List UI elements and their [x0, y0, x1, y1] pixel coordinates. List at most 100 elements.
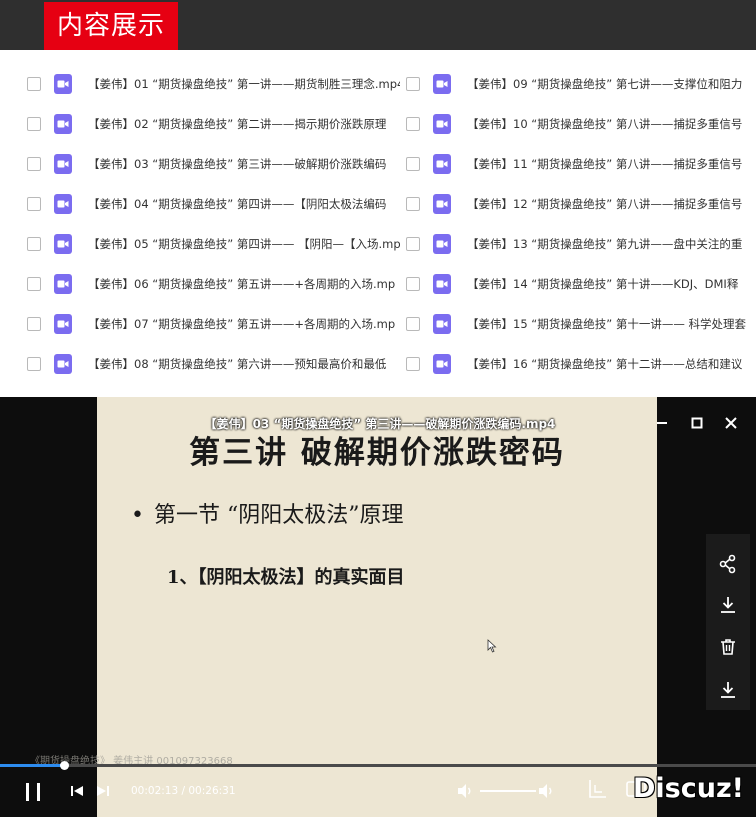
file-name: 【姜伟】03 “期货操盘绝技” 第三讲——破解期价涨跌编码 — [88, 157, 387, 171]
file-name: 【姜伟】10 “期货操盘绝技” 第八讲——捕捉多重信号 — [467, 117, 743, 131]
maximize-button[interactable] — [687, 413, 707, 433]
file-name: 【姜伟】14 “期货操盘绝技” 第十讲——KDJ、DMI释 — [467, 277, 739, 291]
previous-icon — [71, 786, 83, 796]
file-name: 【姜伟】02 “期货操盘绝技” 第二讲——揭示期价涨跌原理 — [88, 117, 387, 131]
file-checkbox[interactable] — [406, 357, 420, 371]
file-checkbox[interactable] — [27, 117, 41, 131]
file-row[interactable]: 【姜伟】07 “期货操盘绝技” 第五讲——+各周期的入场.mp — [27, 304, 400, 344]
screenshot-button[interactable] — [586, 777, 610, 805]
next-icon — [97, 786, 109, 796]
file-row[interactable]: 【姜伟】04 “期货操盘绝技” 第四讲——【阴阳太极法编码 — [27, 184, 400, 224]
file-name: 【姜伟】08 “期货操盘绝技” 第六讲——预知最高价和最低 — [88, 357, 387, 371]
pause-button[interactable] — [22, 781, 44, 807]
video-file-icon — [54, 74, 72, 94]
file-row[interactable]: 【姜伟】14 “期货操盘绝技” 第十讲——KDJ、DMI释 — [406, 264, 756, 304]
file-checkbox[interactable] — [406, 277, 420, 291]
file-name: 【姜伟】06 “期货操盘绝技” 第五讲——+各周期的入场.mp — [88, 277, 396, 291]
video-file-icon — [433, 154, 451, 174]
previous-button[interactable] — [69, 783, 85, 803]
video-file-icon — [54, 114, 72, 134]
minimize-icon — [657, 422, 667, 424]
download-icon — [721, 597, 735, 613]
file-name: 【姜伟】12 “期货操盘绝技” 第八讲——捕捉多重信号 — [467, 197, 743, 211]
slide-title: 第三讲 破解期价涨跌密码 — [189, 435, 565, 471]
volume-max-icon — [539, 784, 552, 798]
file-row[interactable]: 【姜伟】16 “期货操盘绝技” 第十二讲——总结和建议 — [406, 344, 756, 384]
file-checkbox[interactable] — [406, 237, 420, 251]
maximize-icon — [691, 417, 703, 429]
volume-icon — [458, 784, 471, 798]
file-name: 【姜伟】01 “期货操盘绝技” 第一讲——期货制胜三理念.mp4 — [88, 77, 400, 91]
file-list: 【姜伟】01 “期货操盘绝技” 第一讲——期货制胜三理念.mp4 【姜伟】02 “… — [0, 64, 756, 384]
video-file-icon — [54, 314, 72, 334]
file-checkbox[interactable] — [406, 117, 420, 131]
file-row[interactable]: 【姜伟】12 “期货操盘绝技” 第八讲——捕捉多重信号 — [406, 184, 756, 224]
file-checkbox[interactable] — [27, 357, 41, 371]
side-toolbar — [706, 534, 750, 710]
file-row[interactable]: 【姜伟】10 “期货操盘绝技” 第八讲——捕捉多重信号 — [406, 104, 756, 144]
file-row[interactable]: 【姜伟】09 “期货操盘绝技” 第七讲——支撑位和阻力 — [406, 64, 756, 104]
file-row[interactable]: 【姜伟】05 “期货操盘绝技” 第四讲—— 【阴阳—【入场.mp — [27, 224, 400, 264]
video-file-icon — [433, 194, 451, 214]
file-name: 【姜伟】07 “期货操盘绝技” 第五讲——+各周期的入场.mp — [88, 317, 396, 331]
delete-button[interactable] — [718, 637, 738, 657]
file-row[interactable]: 【姜伟】15 “期货操盘绝技” 第十一讲—— 科学处理套 — [406, 304, 756, 344]
share-button[interactable] — [718, 554, 738, 574]
header-title: 内容展示 — [44, 2, 178, 50]
file-checkbox[interactable] — [27, 317, 41, 331]
video-title: 【姜伟】03 “期货操盘绝技” 第三讲——破解期价涨跌编码.mp4 — [204, 417, 556, 431]
video-file-icon — [433, 74, 451, 94]
file-name: 【姜伟】16 “期货操盘绝技” 第十二讲——总结和建议 — [467, 357, 743, 371]
next-button[interactable] — [95, 783, 111, 803]
video-file-icon — [54, 234, 72, 254]
video-file-icon — [433, 314, 451, 334]
file-checkbox[interactable] — [27, 197, 41, 211]
volume-slider[interactable] — [480, 790, 536, 792]
share-icon — [719, 554, 736, 574]
header-bar: 内容展示 — [0, 0, 756, 50]
control-bar: 00:02:13 / 00:26:31 Discuz! — [0, 769, 756, 817]
volume-button[interactable] — [456, 782, 474, 804]
close-button[interactable] — [721, 413, 741, 433]
brand-watermark: Discuz! — [633, 773, 744, 804]
video-player[interactable]: 第三讲 破解期价涨跌密码 • 第一节 “阴阳太极法”原理 1、【阴阳太极法】的真实… — [0, 397, 756, 817]
file-checkbox[interactable] — [406, 197, 420, 211]
download-button[interactable] — [718, 595, 738, 615]
file-checkbox[interactable] — [27, 237, 41, 251]
video-file-icon — [433, 274, 451, 294]
file-name: 【姜伟】05 “期货操盘绝技” 第四讲—— 【阴阳—【入场.mp — [88, 237, 400, 251]
time-display: 00:02:13 / 00:26:31 — [131, 785, 236, 797]
file-row[interactable]: 【姜伟】03 “期货操盘绝技” 第三讲——破解期价涨跌编码 — [27, 144, 400, 184]
file-name: 【姜伟】04 “期货操盘绝技” 第四讲——【阴阳太极法编码 — [88, 197, 387, 211]
video-file-icon — [54, 354, 72, 374]
file-checkbox[interactable] — [27, 77, 41, 91]
file-row[interactable]: 【姜伟】06 “期货操盘绝技” 第五讲——+各周期的入场.mp — [27, 264, 400, 304]
file-row[interactable]: 【姜伟】01 “期货操盘绝技” 第一讲——期货制胜三理念.mp4 — [27, 64, 400, 104]
file-name: 【姜伟】11 “期货操盘绝技” 第八讲——捕捉多重信号 — [467, 157, 743, 171]
progress-fill — [0, 764, 64, 767]
file-row[interactable]: 【姜伟】08 “期货操盘绝技” 第六讲——预知最高价和最低 — [27, 344, 400, 384]
file-checkbox[interactable] — [406, 77, 420, 91]
video-file-icon — [433, 114, 451, 134]
file-name: 【姜伟】13 “期货操盘绝技” 第九讲——盘中关注的重 — [467, 237, 743, 251]
file-name: 【姜伟】15 “期货操盘绝技” 第十一讲—— 科学处理套 — [467, 317, 747, 331]
file-row[interactable]: 【姜伟】13 “期货操盘绝技” 第九讲——盘中关注的重 — [406, 224, 756, 264]
progress-bar[interactable] — [0, 761, 756, 770]
file-row[interactable]: 【姜伟】11 “期货操盘绝技” 第八讲——捕捉多重信号 — [406, 144, 756, 184]
video-file-icon — [54, 154, 72, 174]
minimize-button[interactable] — [652, 413, 672, 433]
file-row[interactable]: 【姜伟】02 “期货操盘绝技” 第二讲——揭示期价涨跌原理 — [27, 104, 400, 144]
slide-sub-item: 1、【阴阳太极法】的真实面目 — [167, 567, 405, 588]
file-checkbox[interactable] — [27, 157, 41, 171]
file-name: 【姜伟】09 “期货操盘绝技” 第七讲——支撑位和阻力 — [467, 77, 743, 91]
file-checkbox[interactable] — [27, 277, 41, 291]
slide-bullet: • 第一节 “阴阳太极法”原理 — [131, 503, 404, 528]
save-button[interactable] — [718, 680, 738, 700]
volume-max-button[interactable] — [537, 782, 555, 804]
file-checkbox[interactable] — [406, 157, 420, 171]
file-checkbox[interactable] — [406, 317, 420, 331]
screenshot-icon — [589, 780, 606, 798]
video-file-icon — [433, 234, 451, 254]
close-icon — [725, 417, 737, 429]
video-file-icon — [54, 274, 72, 294]
